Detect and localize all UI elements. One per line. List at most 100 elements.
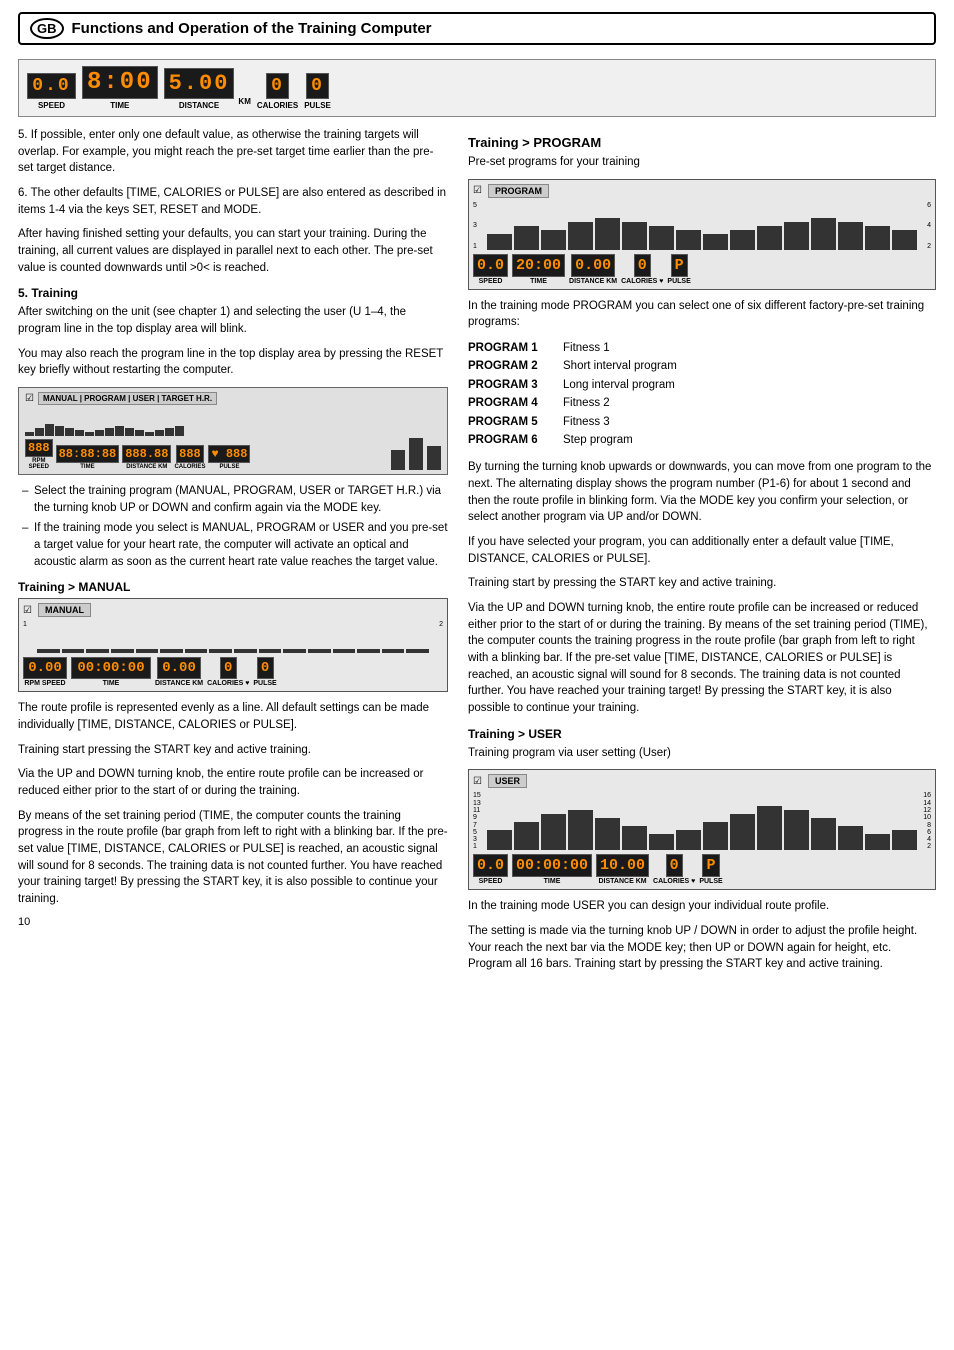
- chart-bar-7: [676, 230, 701, 250]
- mini-bar: [95, 430, 104, 436]
- chart-bar-5: [622, 222, 647, 250]
- chart-bar-9: [730, 814, 755, 850]
- section5-title: 5. Training: [18, 286, 448, 300]
- chart-bar-0: [37, 649, 60, 653]
- program-text4: Via the UP and DOWN turning knob, the en…: [468, 600, 936, 717]
- manual-display-seg-pulse: 0PULSE: [253, 657, 276, 687]
- program-table-row: PROGRAM 5Fitness 3: [468, 413, 936, 431]
- program-number: PROGRAM 5: [468, 413, 553, 431]
- program-number: PROGRAM 2: [468, 357, 553, 375]
- user-display-title-label: USER: [488, 774, 527, 788]
- mini-bar: [115, 426, 124, 436]
- program-description: Step program: [563, 431, 633, 449]
- top-seg-distance: 5.00DISTANCE: [164, 68, 235, 110]
- section5-text2: You may also reach the program line in t…: [18, 346, 448, 379]
- chart-bar-8: [703, 822, 728, 850]
- mini-bar: [45, 424, 54, 436]
- manual-display-title-label: MANUAL: [38, 603, 91, 617]
- program-display-seg-time: 20:00TIME: [512, 254, 565, 285]
- chart-bar-9: [259, 649, 282, 653]
- chart-bar-13: [838, 222, 863, 250]
- program-table-row: PROGRAM 2 Short interval program: [468, 357, 936, 375]
- chart-bar-7: [209, 649, 232, 653]
- chart-bar-10: [757, 226, 782, 250]
- three-bar: [409, 438, 423, 470]
- mini-bar: [165, 428, 174, 436]
- chart-bar-11: [784, 222, 809, 250]
- mini-bar: [135, 430, 144, 436]
- chart-bar-0: [487, 234, 512, 250]
- chart-bar-14: [382, 649, 405, 653]
- chart-bar-12: [811, 818, 836, 850]
- chart-bar-3: [111, 649, 134, 653]
- chart-bar-10: [757, 806, 782, 850]
- intro-point-5: 5. If possible, enter only one default v…: [18, 127, 448, 177]
- chart-bar-8: [703, 234, 728, 250]
- chart-bar-2: [86, 649, 109, 653]
- manual-text1: The route profile is represented evenly …: [18, 700, 448, 733]
- program-text2: If you have selected your program, you c…: [468, 534, 936, 567]
- three-bar: [427, 446, 441, 470]
- program-table-row: PROGRAM 1Fitness 1: [468, 339, 936, 357]
- three-bar: [391, 450, 405, 470]
- chart-bar-6: [185, 649, 208, 653]
- user-subtitle: Training program via user setting (User): [468, 745, 936, 762]
- mini-bar: [55, 426, 64, 436]
- chart-bar-4: [595, 818, 620, 850]
- mini-bar: [75, 430, 84, 436]
- intro-point-6: 6. The other defaults [TIME, CALORIES or…: [18, 185, 448, 218]
- user-text1: In the training mode USER you can design…: [468, 898, 936, 915]
- list-item: If the training mode you select is MANUA…: [18, 520, 448, 570]
- program-intro: In the training mode PROGRAM you can sel…: [468, 298, 936, 331]
- left-column: 5. If possible, enter only one default v…: [18, 127, 448, 981]
- chart-bar-1: [62, 649, 85, 653]
- chart-bar-13: [357, 649, 380, 653]
- manual-display-seg-time: 00:00:00TIME: [71, 657, 151, 687]
- chart-bar-5: [160, 649, 183, 653]
- header-bar: GB Functions and Operation of the Traini…: [18, 12, 936, 45]
- chart-bar-13: [838, 826, 863, 850]
- chart-bar-4: [136, 649, 159, 653]
- chart-bar-7: [676, 830, 701, 850]
- program-number: PROGRAM 6: [468, 431, 553, 449]
- mini-bar: [85, 432, 94, 436]
- chart-bar-3: [568, 222, 593, 250]
- manual-display: ☑MANUAL120.00RPM SPEED00:00:00TIME0.00DI…: [18, 598, 448, 692]
- manual-display-seg-distancekm: 0.00DISTANCE KM: [155, 657, 203, 687]
- program-description: Long interval program: [563, 376, 675, 394]
- program-display-seg-calories♥: 0CALORIES ♥: [621, 254, 663, 285]
- training-bullet-list: Select the training program (MANUAL, PRO…: [18, 483, 448, 570]
- mini-bar: [145, 432, 154, 436]
- after-defaults-text: After having finished setting your defau…: [18, 226, 448, 276]
- program-description: Fitness 2: [563, 394, 610, 412]
- chart-bar-14: [865, 834, 890, 850]
- mini-bar: [65, 428, 74, 436]
- manual-text4: By means of the set training period (TIM…: [18, 808, 448, 908]
- chart-bar-11: [308, 649, 331, 653]
- program-description: Short interval program: [563, 357, 677, 375]
- program-number: PROGRAM 4: [468, 394, 553, 412]
- chart-bar-3: [568, 810, 593, 850]
- program-text3: Training start by pressing the START key…: [468, 575, 936, 592]
- program-text1: By turning the turning knob upwards or d…: [468, 459, 936, 526]
- program-table-row: PROGRAM 3Long interval program: [468, 376, 936, 394]
- chart-bar-5: [622, 826, 647, 850]
- page-number: 10: [18, 916, 448, 928]
- mini-prog-label: MANUAL | PROGRAM | USER | TARGET H.R.: [38, 392, 217, 405]
- program-display-seg-distancekm: 0.00DISTANCE KM: [569, 254, 617, 285]
- km-label: KM: [238, 97, 250, 106]
- top-seg-calories: 0CALORIES: [257, 73, 298, 110]
- chart-bar-2: [541, 814, 566, 850]
- chart-bar-11: [784, 810, 809, 850]
- mini-bar: [175, 426, 184, 436]
- program-table-row: PROGRAM 6 Step program: [468, 431, 936, 449]
- mini-bar: [25, 432, 34, 436]
- main-columns: 5. If possible, enter only one default v…: [18, 127, 936, 981]
- program-table-row: PROGRAM 4 Fitness 2: [468, 394, 936, 412]
- chart-bar-6: [649, 834, 674, 850]
- mini-bar: [125, 428, 134, 436]
- training-selection-display: ☑MANUAL | PROGRAM | USER | TARGET H.R.88…: [18, 387, 448, 475]
- page-container: GB Functions and Operation of the Traini…: [0, 0, 954, 993]
- mini-bar: [105, 428, 114, 436]
- chart-bar-10: [283, 649, 306, 653]
